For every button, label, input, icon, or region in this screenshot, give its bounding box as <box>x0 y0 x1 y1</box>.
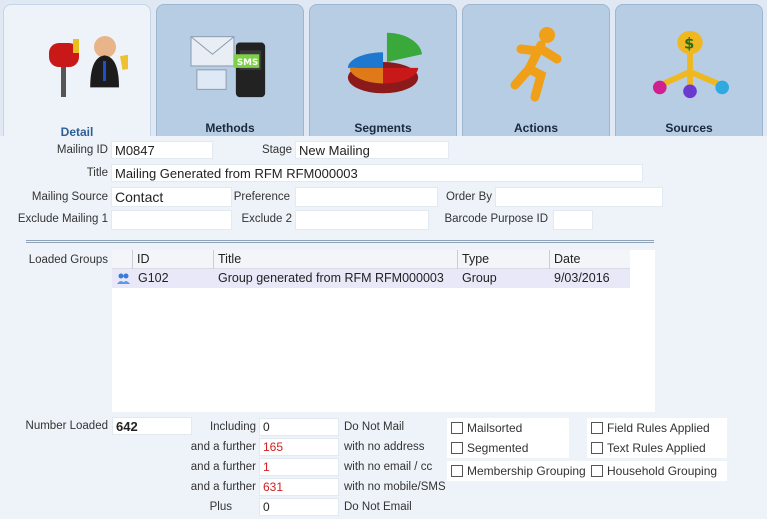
exclude-mailing-1-field[interactable] <box>111 210 232 230</box>
membership-grouping-checkbox-row[interactable]: Membership Grouping <box>447 461 587 481</box>
field-rules-checkbox-row[interactable]: Field Rules Applied <box>587 418 727 438</box>
further-3-label: and a further <box>190 481 256 493</box>
text-rules-label: Text Rules Applied <box>607 441 706 455</box>
mailing-source-field[interactable]: Contact <box>111 187 232 207</box>
barcode-purpose-field[interactable] <box>553 210 593 230</box>
order-by-label: Order By <box>445 191 492 203</box>
svg-text:SMS: SMS <box>237 58 258 68</box>
text-rules-checkbox-row[interactable]: Text Rules Applied <box>587 438 727 458</box>
group-people-icon <box>117 273 130 284</box>
field-rules-checkbox[interactable] <box>591 422 603 434</box>
exclude-2-label: Exclude 2 <box>241 213 292 225</box>
table-header: ID Title Type Date <box>112 250 630 269</box>
stage-label: Stage <box>261 144 292 156</box>
preference-field[interactable] <box>295 187 438 207</box>
preference-label: Preference <box>233 191 290 203</box>
column-header-id[interactable]: ID <box>132 250 212 269</box>
field-rules-label: Field Rules Applied <box>607 421 710 435</box>
cell-type: Group <box>462 271 497 285</box>
mailing-id-label: Mailing ID <box>56 144 108 156</box>
cell-date: 9/03/2016 <box>554 271 610 285</box>
envelopes-sms-phone-icon: SMS <box>190 36 266 98</box>
tab-label: Actions <box>513 121 558 135</box>
further-2-field[interactable]: 1 <box>259 458 339 476</box>
loaded-groups-label: Loaded Groups <box>28 254 108 266</box>
segmented-checkbox[interactable] <box>451 442 463 454</box>
further-1-label: and a further <box>190 441 256 453</box>
household-grouping-label: Household Grouping <box>607 464 718 478</box>
mailsorted-label: Mailsorted <box>467 421 523 435</box>
title-label: Title <box>86 167 108 179</box>
svg-text:$: $ <box>684 35 694 52</box>
tab-segments[interactable]: Segments <box>309 4 457 136</box>
tab-label: Segments <box>354 121 412 135</box>
including-field[interactable]: 0 <box>259 418 339 436</box>
membership-grouping-label: Membership Grouping <box>467 464 586 478</box>
including-desc: Do Not Mail <box>344 421 405 433</box>
segmented-checkbox-row[interactable]: Segmented <box>447 438 569 458</box>
mailsorted-checkbox[interactable] <box>451 422 463 434</box>
loaded-groups-table[interactable]: ID Title Type Date G102 Group generated … <box>112 250 655 412</box>
tab-detail[interactable]: Detail <box>3 4 151 140</box>
exclude-mailing-1-label: Exclude Mailing 1 <box>17 213 108 225</box>
tab-label: Sources <box>665 121 713 135</box>
running-figure-icon <box>510 27 562 102</box>
further-3-field[interactable]: 631 <box>259 478 339 496</box>
mailsorted-checkbox-row[interactable]: Mailsorted <box>447 418 569 438</box>
money-bag-sources-icon: $ <box>652 30 729 99</box>
column-header-type[interactable]: Type <box>457 250 549 269</box>
column-header-date[interactable]: Date <box>549 250 630 269</box>
cell-title: Group generated from RFM RFM000003 <box>218 271 444 285</box>
tab-sources[interactable]: $ Sources <box>615 4 763 136</box>
plus-desc: Do Not Email <box>344 501 412 513</box>
further-2-label: and a further <box>190 461 256 473</box>
further-2-desc: with no email / cc <box>344 461 433 473</box>
tab-bar: Detail SMS Methods Segments Actions $ So… <box>0 0 767 140</box>
order-by-field[interactable] <box>495 187 663 207</box>
column-header-title[interactable]: Title <box>213 250 457 269</box>
including-label: Including <box>209 421 256 433</box>
tab-methods[interactable]: SMS Methods <box>156 4 304 136</box>
text-rules-checkbox[interactable] <box>591 442 603 454</box>
exclude-2-field[interactable] <box>295 210 429 230</box>
mailbox-person-icon <box>49 36 128 97</box>
plus-field[interactable]: 0 <box>259 498 339 516</box>
tab-label: Methods <box>205 121 255 135</box>
mailing-source-label: Mailing Source <box>31 191 108 203</box>
barcode-purpose-label: Barcode Purpose ID <box>444 213 548 225</box>
household-grouping-checkbox-row[interactable]: Household Grouping <box>587 461 727 481</box>
table-row[interactable]: G102 Group generated from RFM RFM000003 … <box>112 269 630 288</box>
further-1-field[interactable]: 165 <box>259 438 339 456</box>
cell-id: G102 <box>138 271 169 285</box>
tab-actions[interactable]: Actions <box>462 4 610 136</box>
number-loaded-label: Number Loaded <box>25 420 108 432</box>
membership-grouping-checkbox[interactable] <box>451 465 463 477</box>
title-field[interactable]: Mailing Generated from RFM RFM000003 <box>111 164 643 182</box>
further-3-desc: with no mobile/SMS <box>344 481 446 493</box>
divider <box>26 240 654 243</box>
mailing-id-field[interactable]: M0847 <box>111 141 213 159</box>
household-grouping-checkbox[interactable] <box>591 465 603 477</box>
segmented-label: Segmented <box>467 441 529 455</box>
pie-chart-icon <box>347 32 423 94</box>
further-1-desc: with no address <box>344 441 425 453</box>
detail-panel: Mailing ID M0847 Stage New Mailing Title… <box>0 136 767 519</box>
stage-field[interactable]: New Mailing <box>295 141 449 159</box>
plus-label: Plus <box>209 501 232 513</box>
